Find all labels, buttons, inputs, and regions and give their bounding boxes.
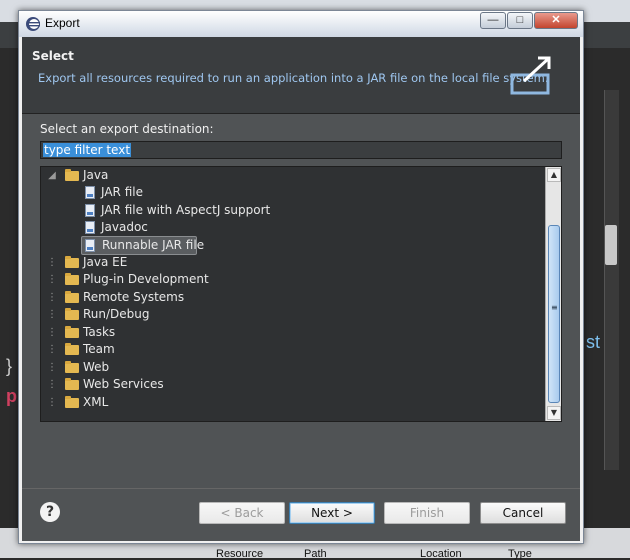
tree-item-label: XML	[83, 395, 109, 409]
folder-icon	[65, 169, 79, 181]
tree-item-label: Web	[83, 360, 110, 374]
runnable-jar-icon	[85, 239, 95, 252]
eclipse-icon	[26, 17, 40, 31]
tree-item-web[interactable]: ⋮ Web	[45, 359, 265, 376]
dialog-title: Export	[45, 16, 80, 30]
tree-item-xml[interactable]: ⋮ XML	[45, 394, 265, 411]
tree-item-label: JAR file	[101, 185, 143, 199]
ide-editor-scroll-thumb[interactable]	[605, 225, 617, 265]
tree-scrollbar[interactable]: ▲ ≡ ▼	[545, 167, 561, 421]
tree-item-run-debug[interactable]: ⋮ Run/Debug	[45, 306, 265, 323]
tree-item-label: Runnable JAR file	[102, 238, 205, 252]
close-button[interactable]: ✕	[534, 12, 578, 29]
tree-item-label: Remote Systems	[83, 290, 185, 304]
next-button[interactable]: Next >	[289, 502, 375, 524]
folder-icon	[65, 361, 79, 373]
tree-item-label: Javadoc	[101, 220, 148, 234]
expand-icon[interactable]: ⋮	[47, 341, 57, 358]
page-title: Select	[32, 49, 74, 63]
tree-item-label: Web Services	[83, 377, 164, 391]
folder-icon	[65, 326, 79, 338]
tree-item-label: Team	[83, 342, 115, 356]
wizard-header: Select Export all resources required to …	[22, 37, 580, 114]
jar-file-icon	[85, 186, 95, 199]
expand-icon[interactable]: ⋮	[47, 289, 57, 306]
grip-icon: ≡	[551, 303, 558, 312]
column-header-resource[interactable]: Resource	[216, 548, 263, 560]
expand-icon[interactable]: ⋮	[47, 394, 57, 411]
expand-icon[interactable]: ⋮	[47, 271, 57, 288]
folder-icon	[65, 378, 79, 390]
column-header-path[interactable]: Path	[304, 548, 327, 560]
page-description: Export all resources required to run an …	[38, 71, 549, 85]
tree-item-label: JAR file with AspectJ support	[101, 203, 271, 217]
wizard-content: Select an export destination: type filte…	[22, 114, 580, 488]
tree-item-jar-file-aspectj[interactable]: JAR file with AspectJ support	[83, 202, 303, 219]
filter-input[interactable]: type filter text	[40, 141, 562, 159]
tree-item-jar-file[interactable]: JAR file	[83, 184, 283, 201]
export-dialog: Export — □ ✕ Select Export all resources…	[18, 10, 584, 544]
tree-item-runnable-jar-file[interactable]: Runnable JAR file	[81, 236, 204, 255]
dialog-titlebar[interactable]: Export — □ ✕	[19, 11, 583, 37]
maximize-button[interactable]: □	[507, 12, 533, 29]
finish-button[interactable]: Finish	[384, 502, 470, 524]
help-icon[interactable]: ?	[40, 502, 60, 522]
tree-item-tasks[interactable]: ⋮ Tasks	[45, 324, 265, 341]
ide-editor-text-fragment: st	[586, 332, 601, 352]
ide-editor-brace: }	[6, 356, 13, 376]
tree-item-label: Java EE	[83, 255, 128, 269]
destination-label: Select an export destination:	[40, 122, 214, 136]
tree-item-plug-in-development[interactable]: ⋮ Plug-in Development	[45, 271, 265, 288]
tree-item-remote-systems[interactable]: ⋮ Remote Systems	[45, 289, 265, 306]
javadoc-icon	[85, 221, 95, 234]
cancel-button[interactable]: Cancel	[480, 502, 566, 524]
tree-item-web-services[interactable]: ⋮ Web Services	[45, 376, 265, 393]
expand-icon[interactable]: ⋮	[47, 324, 57, 341]
ide-editor-scrollbar[interactable]	[604, 90, 619, 470]
folder-icon	[65, 291, 79, 303]
folder-icon	[65, 256, 79, 268]
aspectj-jar-icon	[85, 204, 95, 217]
tree-item-java-ee[interactable]: ⋮ Java EE	[45, 254, 265, 271]
folder-icon	[65, 308, 79, 320]
tree-item-java[interactable]: ◢ Java	[45, 167, 265, 184]
tree-item-label: Tasks	[83, 325, 116, 339]
scroll-down-arrow-icon[interactable]: ▼	[547, 406, 561, 420]
folder-icon	[65, 273, 79, 285]
tree-item-javadoc[interactable]: Javadoc	[83, 219, 283, 236]
expand-icon[interactable]: ⋮	[47, 254, 57, 271]
back-button[interactable]: < Back	[199, 502, 285, 524]
expand-icon[interactable]: ⋮	[47, 306, 57, 323]
column-header-location[interactable]: Location	[420, 548, 462, 560]
filter-input-value[interactable]: type filter text	[43, 143, 132, 157]
ide-editor-keyword-fragment: p	[6, 386, 17, 406]
export-banner-icon	[510, 56, 551, 95]
scroll-thumb[interactable]: ≡	[548, 225, 560, 403]
minimize-button[interactable]: —	[480, 12, 506, 29]
tree-item-label: Run/Debug	[83, 307, 150, 321]
expand-icon[interactable]: ⋮	[47, 359, 57, 376]
folder-icon	[65, 396, 79, 408]
tree-item-label: Plug-in Development	[83, 272, 209, 286]
scroll-up-arrow-icon[interactable]: ▲	[547, 168, 561, 182]
export-destination-tree[interactable]: ◢ Java JAR file JAR file with AspectJ su…	[40, 166, 562, 422]
tree-item-label: Java	[83, 168, 109, 182]
tree-item-team[interactable]: ⋮ Team	[45, 341, 265, 358]
expand-icon[interactable]: ⋮	[47, 376, 57, 393]
folder-icon	[65, 343, 79, 355]
wizard-footer: ? < Back Next > Finish Cancel	[22, 488, 580, 541]
column-header-type[interactable]: Type	[508, 548, 532, 560]
collapse-icon[interactable]: ◢	[47, 167, 57, 184]
